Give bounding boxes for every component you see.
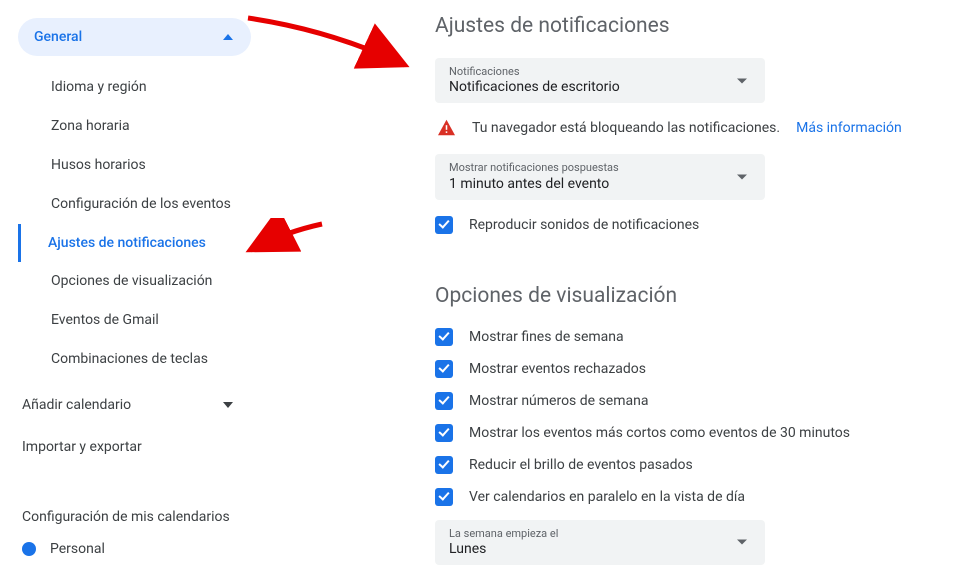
sidebar-add-calendar-label: Añadir calendario [22, 397, 131, 413]
side-by-side-calendars-checkbox[interactable]: Ver calendarios en paralelo en la vista … [435, 488, 925, 506]
sidebar-item-notification-settings[interactable]: Ajustes de notificaciones [18, 224, 251, 263]
sidebar-item-label: Ajustes de notificaciones [48, 235, 206, 251]
select-label: La semana empieza el [449, 527, 725, 540]
sidebar-item-gmail-events[interactable]: Eventos de Gmail [18, 301, 251, 340]
show-week-numbers-checkbox[interactable]: Mostrar números de semana [435, 392, 925, 410]
sidebar-item-label: Zona horaria [51, 118, 130, 134]
sidebar-section-import-export[interactable]: Importar y exportar [18, 429, 251, 465]
section-title-notification-settings: Ajustes de notificaciones [435, 14, 925, 38]
settings-sidebar: General Idioma y región Zona horaria Hus… [0, 0, 265, 574]
select-label: Notificaciones [449, 65, 725, 78]
sidebar-calendar-personal[interactable]: Personal [18, 527, 251, 557]
checkbox-checked-icon [435, 392, 453, 410]
dim-past-events-checkbox[interactable]: Reducir el brillo de eventos pasados [435, 456, 925, 474]
sidebar-item-label: Combinaciones de teclas [51, 351, 208, 367]
show-short-events-as-30min-checkbox[interactable]: Mostrar los eventos más cortos como even… [435, 424, 925, 442]
sidebar-item-timezone[interactable]: Zona horaria [18, 107, 251, 146]
sidebar-section-general[interactable]: General [18, 18, 251, 56]
checkbox-label: Mostrar fines de semana [469, 329, 624, 345]
calendar-color-dot-icon [22, 542, 36, 556]
chevron-up-icon [223, 34, 233, 40]
sidebar-item-world-clocks[interactable]: Husos horarios [18, 146, 251, 185]
dropdown-arrow-icon [737, 540, 747, 545]
checkbox-label: Mostrar números de semana [469, 393, 648, 409]
section-title-view-options: Opciones de visualización [435, 284, 925, 308]
sidebar-calendar-personal-label: Personal [50, 541, 105, 557]
sidebar-item-label: Husos horarios [51, 157, 146, 173]
sidebar-general-items: Idioma y región Zona horaria Husos horar… [18, 68, 251, 379]
sidebar-item-label: Configuración de los eventos [51, 196, 231, 212]
chevron-down-icon [223, 402, 233, 408]
dropdown-arrow-icon [737, 78, 747, 83]
week-starts-on-select[interactable]: La semana empieza el Lunes [435, 520, 765, 565]
warning-text: Tu navegador está bloqueando las notific… [472, 120, 780, 136]
sidebar-my-calendars-heading: Configuración de mis calendarios [18, 507, 251, 527]
checkbox-checked-icon [435, 360, 453, 378]
checkbox-checked-icon [435, 328, 453, 346]
snoozed-notifications-select[interactable]: Mostrar notificaciones pospuestas 1 minu… [435, 154, 765, 199]
sidebar-item-language-region[interactable]: Idioma y región [18, 68, 251, 107]
checkbox-label: Mostrar eventos rechazados [469, 361, 646, 377]
notifications-type-select[interactable]: Notificaciones Notificaciones de escrito… [435, 58, 765, 103]
sidebar-item-label: Idioma y región [51, 79, 147, 95]
select-value: Notificaciones de escritorio [449, 78, 725, 96]
checkbox-label: Reproducir sonidos de notificaciones [469, 217, 699, 233]
select-label: Mostrar notificaciones pospuestas [449, 161, 725, 174]
checkbox-checked-icon [435, 456, 453, 474]
sidebar-item-keyboard-shortcuts[interactable]: Combinaciones de teclas [18, 340, 251, 379]
checkbox-label: Mostrar los eventos más cortos como even… [469, 425, 850, 441]
checkbox-checked-icon [435, 216, 453, 234]
select-value: Lunes [449, 540, 725, 558]
select-value: 1 minuto antes del evento [449, 175, 725, 193]
checkbox-label: Ver calendarios en paralelo en la vista … [469, 489, 745, 505]
sidebar-item-view-options[interactable]: Opciones de visualización [18, 262, 251, 301]
sidebar-section-add-calendar[interactable]: Añadir calendario [18, 387, 251, 423]
checkbox-checked-icon [435, 424, 453, 442]
checkbox-label: Reducir el brillo de eventos pasados [469, 457, 693, 473]
dropdown-arrow-icon [737, 175, 747, 180]
more-info-link[interactable]: Más información [796, 120, 902, 136]
warning-triangle-icon [437, 119, 456, 136]
settings-main: Ajustes de notificaciones Notificaciones… [265, 0, 953, 574]
play-notification-sounds-checkbox[interactable]: Reproducir sonidos de notificaciones [435, 216, 925, 234]
notifications-blocked-warning: Tu navegador está bloqueando las notific… [437, 119, 925, 136]
sidebar-item-event-settings[interactable]: Configuración de los eventos [18, 185, 251, 224]
sidebar-item-label: Eventos de Gmail [51, 312, 159, 328]
sidebar-import-export-label: Importar y exportar [22, 439, 142, 455]
sidebar-section-general-label: General [34, 29, 82, 45]
show-declined-events-checkbox[interactable]: Mostrar eventos rechazados [435, 360, 925, 378]
sidebar-item-label: Opciones de visualización [51, 273, 212, 289]
show-weekends-checkbox[interactable]: Mostrar fines de semana [435, 328, 925, 346]
checkbox-checked-icon [435, 488, 453, 506]
